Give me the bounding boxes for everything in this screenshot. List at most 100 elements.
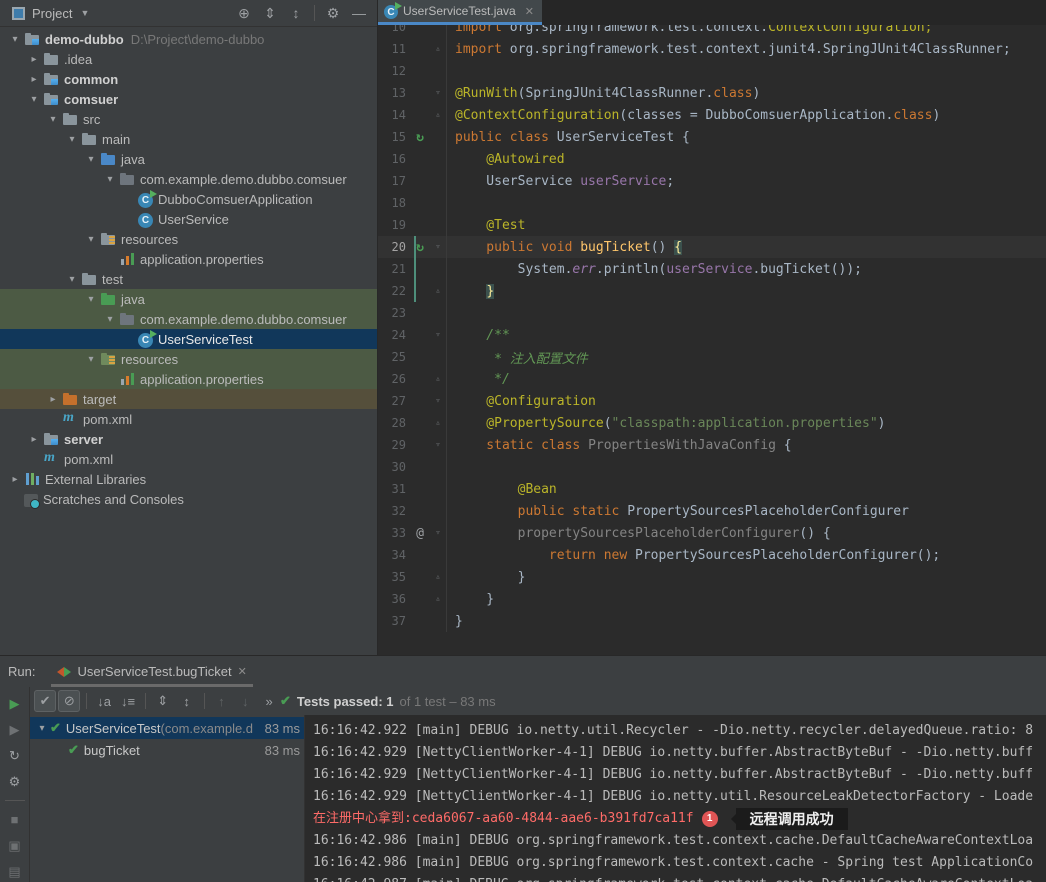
fold-end-icon[interactable]: ▵ [430, 44, 446, 54]
code-line-13[interactable]: 13▿@RunWith(SpringJUnit4ClassRunner.clas… [378, 82, 1046, 104]
chevron-down-icon[interactable]: ▾ [63, 134, 81, 145]
code-line-27[interactable]: 27▿ @Configuration [378, 390, 1046, 412]
code-line-25[interactable]: 25 * 注入配置文件 [378, 346, 1046, 368]
chevron-down-icon[interactable]: ▾ [63, 274, 81, 285]
tree-item-userservice[interactable]: UserService [0, 209, 377, 229]
code-line-30[interactable]: 30 [378, 456, 1046, 478]
tree-item-application-properties[interactable]: application.properties [0, 369, 377, 389]
chevron-down-icon[interactable]: ▾ [82, 234, 100, 245]
chevron-down-icon[interactable]: ▾ [82, 154, 100, 165]
chevron-right-icon[interactable]: ▸ [6, 474, 24, 485]
import-tests-icon[interactable]: ▤ [4, 861, 26, 882]
fold-start-icon[interactable]: ▿ [430, 396, 446, 406]
code-line-28[interactable]: 28▵ @PropertySource("classpath:applicati… [378, 412, 1046, 434]
tree-item-dubbocomsuerapplication[interactable]: DubboComsuerApplication [0, 189, 377, 209]
tree-item-resources[interactable]: ▾resources [0, 349, 377, 369]
code-line-14[interactable]: 14▵@ContextConfiguration(classes = Dubbo… [378, 104, 1046, 126]
code-line-22[interactable]: 22▵ } [378, 280, 1046, 302]
tree-item-resources[interactable]: ▾resources [0, 229, 377, 249]
tree-item-server[interactable]: ▸server [0, 429, 377, 449]
chevron-right-icon[interactable]: ▸ [25, 434, 43, 445]
previous-failed-icon[interactable]: ↑ [210, 690, 232, 712]
tree-item-comsuer[interactable]: ▾comsuer [0, 89, 377, 109]
tree-item-scratches-and-consoles[interactable]: Scratches and Consoles [0, 489, 377, 509]
chevron-right-icon[interactable]: ▸ [25, 54, 43, 65]
chevron-right-icon[interactable]: ▸ [44, 394, 62, 405]
chevron-down-icon[interactable]: ▼ [80, 8, 89, 18]
sort-alphabetically-icon[interactable]: ↓a [93, 690, 115, 712]
code-line-33[interactable]: 33@▿ propertySourcesPlaceholderConfigure… [378, 522, 1046, 544]
fold-start-icon[interactable]: ▿ [430, 242, 446, 252]
code-line-24[interactable]: 24▿ /** [378, 324, 1046, 346]
tree-item-test[interactable]: ▾test [0, 269, 377, 289]
screenshot-icon[interactable]: ▣ [4, 835, 26, 856]
code-line-16[interactable]: 16 @Autowired [378, 148, 1046, 170]
tree-item-userservicetest[interactable]: UserServiceTest [0, 329, 377, 349]
toggle-auto-test-icon[interactable]: ↻ [4, 745, 26, 766]
fold-end-icon[interactable]: ▵ [430, 286, 446, 296]
tree-item-pom-xml[interactable]: pom.xml [0, 449, 377, 469]
code-line-20[interactable]: 20↻▿ public void bugTicket() { [378, 236, 1046, 258]
collapse-all-icon[interactable]: ↕ [176, 690, 198, 712]
fold-end-icon[interactable]: ▵ [430, 572, 446, 582]
chevron-right-icon[interactable]: ▸ [25, 74, 43, 85]
fold-end-icon[interactable]: ▵ [430, 594, 446, 604]
show-ignored-icon[interactable]: ⊘ [58, 690, 80, 712]
code-line-11[interactable]: 11▵import org.springframework.test.conte… [378, 38, 1046, 60]
collapse-all-icon[interactable]: ↕ [284, 2, 308, 24]
test-settings-icon[interactable]: ⚙ [4, 771, 26, 792]
tree-item-common[interactable]: ▸common [0, 69, 377, 89]
code-area[interactable]: 10import org.springframework.test.contex… [378, 25, 1046, 655]
code-line-35[interactable]: 35▵ } [378, 566, 1046, 588]
code-line-10[interactable]: 10import org.springframework.test.contex… [378, 25, 1046, 38]
code-line-15[interactable]: 15↻public class UserServiceTest { [378, 126, 1046, 148]
tree-item-application-properties[interactable]: application.properties [0, 249, 377, 269]
code-line-21[interactable]: 21 System.err.println(userService.bugTic… [378, 258, 1046, 280]
close-icon[interactable]: ✕ [238, 665, 247, 678]
code-line-19[interactable]: 19 @Test [378, 214, 1046, 236]
close-icon[interactable]: ✕ [525, 5, 534, 18]
run-tab-bugticket[interactable]: UserServiceTest.bugTicket ✕ [51, 656, 252, 687]
code-line-18[interactable]: 18 [378, 192, 1046, 214]
chevron-down-icon[interactable]: ▾ [82, 354, 100, 365]
fold-start-icon[interactable]: ▿ [430, 330, 446, 340]
tree-item-com-example-demo-dubbo-comsuer[interactable]: ▾com.example.demo.dubbo.comsuer [0, 169, 377, 189]
tree-item-src[interactable]: ▾src [0, 109, 377, 129]
chevron-down-icon[interactable]: ▾ [25, 94, 43, 105]
hide-panel-icon[interactable]: — [347, 2, 371, 24]
fold-end-icon[interactable]: ▵ [430, 374, 446, 384]
project-panel-title[interactable]: Project [32, 6, 72, 21]
more-icon[interactable]: » [258, 690, 280, 712]
expand-all-icon[interactable]: ⇕ [152, 690, 174, 712]
chevron-down-icon[interactable]: ▾ [82, 294, 100, 305]
chevron-down-icon[interactable]: ▾ [6, 34, 24, 45]
code-line-36[interactable]: 36▵ } [378, 588, 1046, 610]
stop-icon[interactable]: ■ [4, 809, 26, 830]
tree-item-main[interactable]: ▾main [0, 129, 377, 149]
code-line-17[interactable]: 17 UserService userService; [378, 170, 1046, 192]
rerun-icon[interactable]: ▶ [4, 693, 26, 714]
fold-start-icon[interactable]: ▿ [430, 528, 446, 538]
tree-item-com-example-demo-dubbo-comsuer[interactable]: ▾com.example.demo.dubbo.comsuer [0, 309, 377, 329]
fold-start-icon[interactable]: ▿ [430, 440, 446, 450]
code-line-37[interactable]: 37} [378, 610, 1046, 632]
expand-all-icon[interactable]: ⇕ [258, 2, 282, 24]
code-line-29[interactable]: 29▿ static class PropertiesWithJavaConfi… [378, 434, 1046, 456]
settings-gear-icon[interactable]: ⚙ [321, 2, 345, 24]
code-line-23[interactable]: 23 [378, 302, 1046, 324]
code-line-34[interactable]: 34 return new PropertySourcesPlaceholder… [378, 544, 1046, 566]
error-count-badge[interactable]: 1 [702, 811, 718, 827]
tree-item-pom-xml[interactable]: pom.xml [0, 409, 377, 429]
code-line-12[interactable]: 12 [378, 60, 1046, 82]
fold-end-icon[interactable]: ▵ [430, 418, 446, 428]
code-line-32[interactable]: 32 public static PropertySourcesPlacehol… [378, 500, 1046, 522]
fold-start-icon[interactable]: ▿ [430, 88, 446, 98]
tree-item-target[interactable]: ▸target [0, 389, 377, 409]
test-row-userservicetest[interactable]: ▾✔UserServiceTest (com.example.d83 ms [30, 717, 304, 739]
test-row-bugticket[interactable]: ✔bugTicket 83 ms [30, 739, 304, 761]
next-failed-icon[interactable]: ↓ [234, 690, 256, 712]
chevron-down-icon[interactable]: ▾ [44, 114, 62, 125]
tree-item-demo-dubbo[interactable]: ▾demo-dubboD:\Project\demo-dubbo [0, 29, 377, 49]
tree-item-java[interactable]: ▾java [0, 149, 377, 169]
tree-item-external-libraries[interactable]: ▸External Libraries [0, 469, 377, 489]
